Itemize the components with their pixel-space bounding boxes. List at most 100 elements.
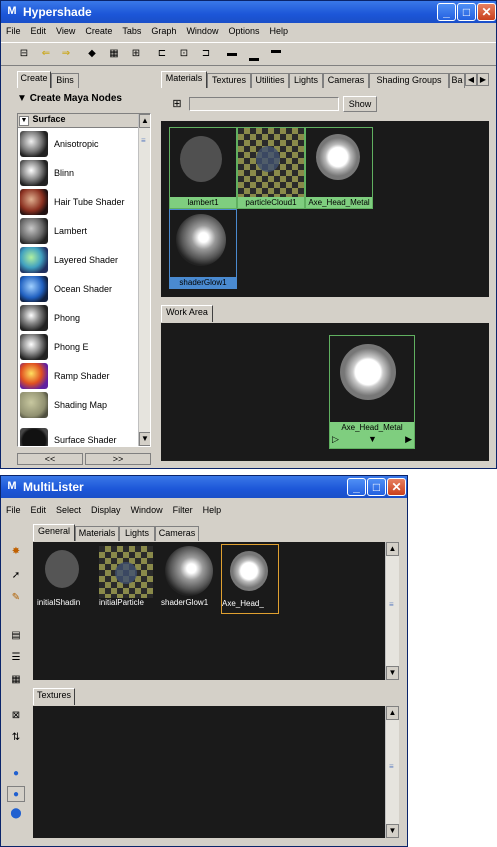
- tab-general[interactable]: General: [33, 524, 75, 541]
- list-item[interactable]: Ramp Shader: [20, 362, 138, 390]
- list-grid-icon[interactable]: ▦: [7, 672, 25, 688]
- arrow-right-icon[interactable]: ⇒: [57, 46, 75, 62]
- io-connections-icon[interactable]: ⊡: [175, 46, 193, 62]
- swatch-initialshading[interactable]: initialShadin: [37, 546, 95, 612]
- menu-select[interactable]: Select: [51, 503, 86, 517]
- hypershade-titlebar[interactable]: M Hypershade _ □ ✕: [1, 1, 496, 23]
- input-connections-icon[interactable]: ⊏: [153, 46, 171, 62]
- scroll-left-button[interactable]: <<: [17, 453, 83, 465]
- menu-filter[interactable]: Filter: [168, 503, 198, 517]
- tab-bins[interactable]: Bins: [51, 73, 79, 88]
- swatch-axe-head-metal[interactable]: Axe_Head_Metal: [305, 127, 373, 209]
- menu-tabs[interactable]: Tabs: [117, 24, 146, 38]
- scroll-up-icon[interactable]: ▲: [386, 542, 399, 556]
- menu-edit[interactable]: Edit: [26, 24, 52, 38]
- tab-create[interactable]: Create: [17, 71, 51, 88]
- list-icon[interactable]: ▤: [7, 628, 25, 644]
- list-item[interactable]: Phong: [20, 304, 138, 332]
- scroll-grip-icon[interactable]: ≡: [389, 762, 394, 771]
- input-port-icon[interactable]: ▷: [332, 434, 339, 445]
- sort-icon[interactable]: ⇅: [7, 730, 25, 746]
- scroll-grip-icon[interactable]: ≡: [141, 136, 149, 166]
- swatch-shaderglow1[interactable]: shaderGlow1: [161, 546, 219, 612]
- tab-work-area[interactable]: Work Area: [161, 305, 213, 322]
- list-item[interactable]: Ocean Shader: [20, 275, 138, 303]
- tab-bake[interactable]: Ba: [449, 73, 465, 88]
- category-surface[interactable]: ▼ Surface: [18, 114, 138, 128]
- work-area-canvas[interactable]: Axe_Head_Metal ▷ ▼ ▶: [161, 323, 489, 461]
- node-list-scrollbar[interactable]: ▲ ≡ ▼: [138, 114, 150, 446]
- menu-help[interactable]: Help: [264, 24, 293, 38]
- filter-field[interactable]: [189, 97, 339, 111]
- sphere-medium-icon[interactable]: ●: [7, 786, 25, 802]
- list-item[interactable]: Anisotropic: [20, 130, 138, 158]
- create-header[interactable]: ▼ Create Maya Nodes: [17, 93, 151, 109]
- menu-edit[interactable]: Edit: [26, 503, 52, 517]
- menu-file[interactable]: File: [1, 24, 26, 38]
- scroll-right-button[interactable]: >>: [85, 453, 151, 465]
- multilister-titlebar[interactable]: M MultiLister _ □ ✕: [1, 476, 407, 498]
- menu-view[interactable]: View: [51, 24, 80, 38]
- arrow-left-icon[interactable]: ⇐: [37, 46, 55, 62]
- menu-create[interactable]: Create: [80, 24, 117, 38]
- tab-materials[interactable]: Materials: [75, 526, 119, 541]
- list-item[interactable]: Phong E: [20, 333, 138, 361]
- menu-file[interactable]: File: [1, 503, 26, 517]
- scroll-grip-icon[interactable]: ≡: [389, 600, 394, 609]
- swatch-initialparticle[interactable]: initialParticle: [99, 546, 157, 612]
- swatch-area-scrollbar[interactable]: ▲ ≡ ▼: [385, 542, 399, 680]
- close-button[interactable]: ✕: [477, 3, 496, 21]
- tab-lights[interactable]: Lights: [119, 526, 155, 541]
- rearrange-graph-icon[interactable]: ▦: [105, 46, 123, 62]
- tab-cameras[interactable]: Cameras: [323, 73, 369, 88]
- scroll-down-icon[interactable]: ▼: [386, 824, 399, 838]
- minimize-button[interactable]: _: [347, 478, 366, 496]
- list-item[interactable]: Blinn: [20, 159, 138, 187]
- menu-window[interactable]: Window: [181, 24, 223, 38]
- menu-display[interactable]: Display: [86, 503, 126, 517]
- layout-bottom-icon[interactable]: ▬: [245, 51, 263, 67]
- tab-textures[interactable]: Textures: [207, 73, 251, 88]
- tab-scroll-left-icon[interactable]: ◀: [465, 73, 477, 86]
- filter-icon[interactable]: ⊞: [169, 97, 185, 111]
- minimize-button[interactable]: _: [437, 3, 456, 21]
- tab-scroll-right-icon[interactable]: ▶: [477, 73, 489, 86]
- output-port-icon[interactable]: ▶: [405, 434, 412, 445]
- maximize-button[interactable]: □: [367, 478, 386, 496]
- menu-window[interactable]: Window: [126, 503, 168, 517]
- work-node-axe-head-metal[interactable]: Axe_Head_Metal ▷ ▼ ▶: [329, 335, 415, 449]
- tab-shading-groups[interactable]: Shading Groups: [369, 73, 449, 88]
- scroll-up-icon[interactable]: ▲: [139, 114, 150, 128]
- menu-help[interactable]: Help: [198, 503, 227, 517]
- swatch-axe-head[interactable]: Axe_Head_: [221, 544, 279, 614]
- sphere-small-icon[interactable]: ●: [7, 766, 25, 782]
- scroll-up-icon[interactable]: ▲: [386, 706, 399, 720]
- menu-graph[interactable]: Graph: [146, 24, 181, 38]
- show-button[interactable]: Show: [343, 96, 377, 112]
- paint-icon[interactable]: ✎: [7, 590, 25, 606]
- list-item[interactable]: Surface Shader: [20, 420, 138, 446]
- output-connections-icon[interactable]: ⊐: [197, 46, 215, 62]
- layout-both-icon[interactable]: ▬: [267, 43, 285, 59]
- list-item[interactable]: Shading Map: [20, 391, 138, 419]
- list-item[interactable]: Lambert: [20, 217, 138, 245]
- sphere-large-icon[interactable]: ⬤: [7, 806, 25, 822]
- list-item[interactable]: Layered Shader: [20, 246, 138, 274]
- edit-icon[interactable]: ⊠: [7, 708, 25, 724]
- expand-node-icon[interactable]: ▼: [368, 434, 377, 444]
- tab-textures[interactable]: Textures: [33, 688, 75, 705]
- tab-utilities[interactable]: Utilities: [251, 73, 289, 88]
- toggle-create-bar-icon[interactable]: ⊟: [15, 46, 33, 62]
- textures-scrollbar[interactable]: ▲ ≡ ▼: [385, 706, 399, 838]
- list-item[interactable]: Hair Tube Shader: [20, 188, 138, 216]
- menu-options[interactable]: Options: [223, 24, 264, 38]
- clear-graph-icon[interactable]: ◆: [83, 46, 101, 62]
- graph-materials-icon[interactable]: ⊞: [127, 46, 145, 62]
- tab-cameras[interactable]: Cameras: [155, 526, 199, 541]
- select-arrow-icon[interactable]: ➚: [7, 568, 25, 584]
- maximize-button[interactable]: □: [457, 3, 476, 21]
- list-detail-icon[interactable]: ☰: [7, 650, 25, 666]
- swatch-shaderglow1[interactable]: shaderGlow1: [169, 209, 237, 289]
- tab-lights[interactable]: Lights: [289, 73, 323, 88]
- layout-top-icon[interactable]: ▬: [223, 46, 241, 62]
